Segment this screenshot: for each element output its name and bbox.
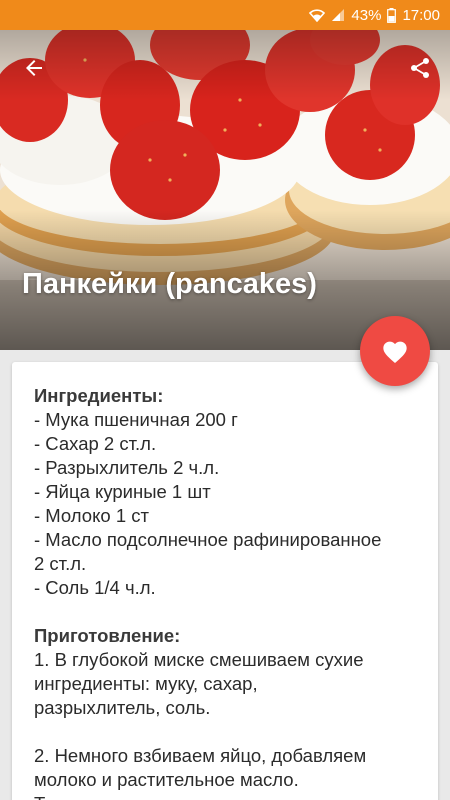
ingredients-list: - Мука пшеничная 200 г - Сахар 2 ст.л. -… bbox=[34, 408, 420, 600]
step-line: Тщательно все перемешиваем. bbox=[34, 792, 420, 800]
battery-percent: 43% bbox=[351, 6, 382, 24]
share-button[interactable] bbox=[400, 48, 440, 88]
step-line: 1. В глубокой миске смешиваем сухие bbox=[34, 649, 364, 670]
ingredient-item: - Сахар 2 ст.л. bbox=[34, 433, 157, 454]
ingredient-item: - Молоко 1 ст bbox=[34, 505, 149, 526]
ingredient-item: - Яйца куриные 1 шт bbox=[34, 481, 211, 502]
ingredients-title: Ингредиенты: bbox=[34, 385, 164, 406]
recipe-hero-image: Панкейки (pancakes) bbox=[0, 30, 450, 350]
heart-icon bbox=[383, 341, 407, 364]
preparation-step: 2. Немного взбиваем яйцо, добавляем моло… bbox=[34, 744, 420, 800]
back-button[interactable] bbox=[14, 48, 54, 88]
step-line: разрыхлитель, соль. bbox=[34, 697, 211, 718]
step-line: 2. Немного взбиваем яйцо, добавляем bbox=[34, 745, 367, 766]
recipe-card: Ингредиенты: - Мука пшеничная 200 г - Са… bbox=[12, 362, 438, 800]
ingredient-item: - Масло подсолнечное рафинированное bbox=[34, 529, 382, 550]
status-time: 17:00 bbox=[402, 6, 440, 24]
wifi-icon bbox=[309, 8, 326, 22]
arrow-left-icon bbox=[26, 60, 42, 76]
ingredient-item: - Соль 1/4 ч.л. bbox=[34, 577, 156, 598]
preparation-title: Приготовление: bbox=[34, 625, 181, 646]
share-icon bbox=[411, 58, 429, 78]
ingredient-item: 2 ст.л. bbox=[34, 553, 87, 574]
preparation-step: 1. В глубокой миске смешиваем сухие ингр… bbox=[34, 648, 420, 720]
status-bar: 43% 17:00 bbox=[0, 0, 450, 30]
step-line: молоко и растительное масло. bbox=[34, 769, 299, 790]
recipe-title: Панкейки (pancakes) bbox=[22, 268, 317, 300]
step-line: ингредиенты: муку, сахар, bbox=[34, 673, 258, 694]
battery-icon bbox=[387, 7, 397, 23]
ingredient-item: - Разрыхлитель 2 ч.л. bbox=[34, 457, 220, 478]
signal-icon bbox=[331, 8, 345, 22]
ingredient-item: - Мука пшеничная 200 г bbox=[34, 409, 238, 430]
favorite-button[interactable] bbox=[360, 316, 430, 386]
